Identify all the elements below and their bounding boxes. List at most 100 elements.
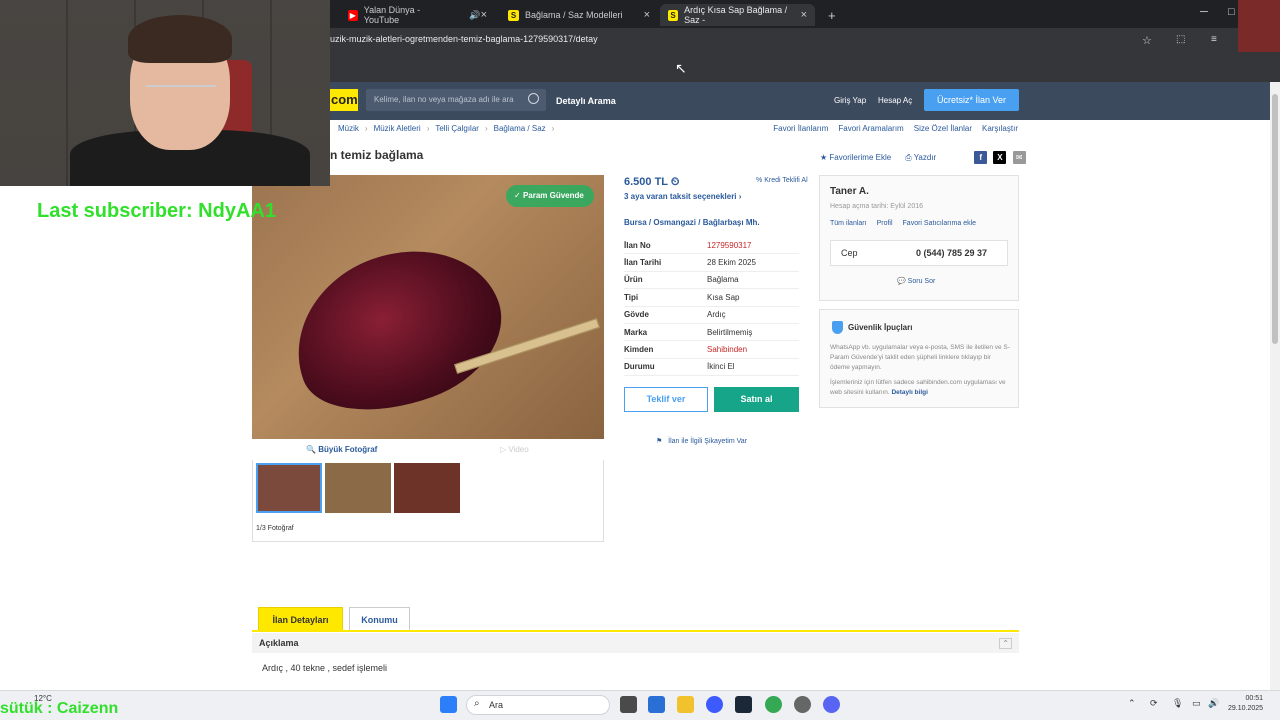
register-link[interactable]: Hesap Aç	[878, 96, 912, 105]
favorite-listings-link[interactable]: Favori İlanlarım	[773, 124, 828, 133]
print-label: Yazdır	[913, 152, 937, 162]
breadcrumb-item[interactable]: Müzik Aletleri	[374, 124, 421, 133]
tab-active-listing[interactable]: S Ardıç Kısa Sap Bağlama / Saz - ×	[660, 4, 815, 26]
new-tab-button[interactable]: +	[820, 4, 840, 26]
maximize-icon[interactable]: □	[1228, 6, 1235, 18]
bookmark-star-icon[interactable]: ☆	[1142, 34, 1152, 47]
photo-counter: 1/3 Fotoğraf	[256, 525, 294, 532]
ask-question-button[interactable]: 💬 Soru Sor	[897, 277, 935, 285]
task-view-icon[interactable]	[620, 696, 637, 713]
complaint-link[interactable]: ⚑ İlan ile İlgili Şikayetim Var	[656, 437, 747, 445]
microphone-icon[interactable]: 🎙	[1172, 698, 1183, 709]
listing-details-table: İlan No 1279590317 İlan Tarihi 28 Ekim 202…	[624, 237, 799, 377]
email-icon[interactable]: ✉	[1012, 151, 1026, 164]
tab-youtube[interactable]: ▶ Yalan Dünya - YouTube 🔊 ×	[340, 4, 495, 26]
search-icon[interactable]	[528, 93, 539, 104]
minimize-icon[interactable]: ─	[1200, 6, 1208, 18]
thumbnail-1[interactable]	[256, 463, 322, 513]
menu-icon[interactable]: ≡	[1211, 34, 1217, 45]
login-link[interactable]: Giriş Yap	[834, 96, 866, 105]
detail-key: Tipi	[624, 292, 639, 302]
breadcrumb-item[interactable]: Telli Çalgılar	[435, 124, 479, 133]
detail-value: İkinci El	[707, 362, 735, 372]
audio-icon[interactable]: 🔊	[469, 10, 480, 21]
app-icon[interactable]	[706, 696, 723, 713]
seller-since: Hesap açma tarihi: Eylül 2016	[830, 203, 923, 210]
breadcrumb-separator: ›	[484, 124, 488, 133]
streamer-glasses	[146, 85, 216, 101]
tab-listing-details[interactable]: İlan Detayları	[258, 607, 343, 631]
system-clock[interactable]: 00:51 29.10.2025	[1228, 694, 1263, 714]
file-explorer-icon[interactable]	[677, 696, 694, 713]
shield-check-icon: ✓	[514, 191, 523, 200]
breadcrumb-item[interactable]: Müzik	[338, 124, 359, 133]
steam-icon[interactable]	[735, 696, 752, 713]
detail-key: İlan Tarihi	[624, 258, 662, 268]
favorite-searches-link[interactable]: Favori Aramalarım	[838, 124, 903, 133]
detail-row: Marka Belirtilmemiş	[624, 324, 799, 342]
add-favorite-button[interactable]: ★ Favorilerime Ekle	[820, 153, 891, 162]
detailed-search-link[interactable]: Detaylı Arama	[556, 96, 616, 106]
extensions-icon[interactable]: ⬚	[1176, 34, 1185, 45]
big-photo-button[interactable]: 🔍 Büyük Fotoğraf	[306, 445, 377, 454]
breadcrumb-item[interactable]: Bağlama / Saz	[494, 124, 546, 133]
star-icon: ★	[820, 153, 828, 162]
breadcrumb: Müzik › Müzik Aletleri › Telli Çalgılar › B…	[338, 124, 554, 133]
calculator-icon[interactable]	[648, 696, 665, 713]
baglama-body	[272, 223, 522, 437]
buy-button[interactable]: Satın al	[714, 387, 799, 412]
discord-icon[interactable]	[823, 696, 840, 713]
profile-link[interactable]: Profil	[877, 220, 893, 227]
make-offer-button[interactable]: Teklif ver	[624, 387, 708, 412]
seller-name[interactable]: Taner A.	[830, 186, 869, 197]
thumbnail-2[interactable]	[325, 463, 391, 513]
chat-icon: 💬	[897, 278, 906, 285]
url-field[interactable]: uzik-muzik-aletleri-ogretmenden-temiz-ba…	[330, 34, 598, 44]
listing-actions: ★ Favorilerime Ekle ⎙ Yazdır f X ✉	[820, 151, 1026, 164]
chevron-right-icon: ›	[738, 192, 742, 201]
volume-icon[interactable]: 🔊	[1208, 698, 1219, 709]
obs-icon[interactable]	[794, 696, 811, 713]
tray-chevron-icon[interactable]: ⌃	[1128, 698, 1136, 709]
facebook-icon[interactable]: f	[974, 151, 988, 164]
close-tab-icon[interactable]: ×	[801, 9, 807, 21]
taskbar-search[interactable]: Ara	[466, 695, 610, 715]
detail-value: Sahibinden	[707, 345, 748, 355]
detail-key: Ürün	[624, 275, 643, 285]
video-button[interactable]: ▷ Video	[500, 445, 529, 454]
tab-baglama-models[interactable]: S Bağlama / Saz Modelleri ×	[500, 4, 658, 26]
close-tab-icon[interactable]: ×	[481, 9, 487, 21]
post-ad-button[interactable]: Ücretsiz* İlan Ver	[924, 89, 1019, 111]
close-tab-icon[interactable]: ×	[644, 9, 650, 21]
print-button[interactable]: ⎙ Yazdır	[905, 153, 936, 163]
tab-label: Ardıç Kısa Sap Bağlama / Saz -	[684, 5, 788, 25]
favorite-seller-link[interactable]: Favori Satıcılarıma ekle	[903, 220, 977, 227]
installment-link[interactable]: 3 aya varan taksit seçenekleri ›	[624, 192, 741, 201]
windows-start-icon[interactable]	[440, 696, 457, 713]
all-listings-link[interactable]: Tüm ilanları	[830, 220, 867, 227]
main-photo[interactable]	[252, 175, 604, 439]
ask-question-label: Soru Sor	[907, 278, 936, 285]
special-listings-link[interactable]: Size Özel İlanlar	[914, 124, 972, 133]
phone-number[interactable]: 0 (544) 785 29 37	[916, 248, 987, 258]
safety-detail-link[interactable]: Detaylı bilgi	[891, 389, 927, 396]
mouse-cursor-icon: ↖	[675, 60, 687, 76]
location-breadcrumb[interactable]: Bursa / Osmangazi / Bağlarbaşı Mh.	[624, 218, 760, 227]
site-logo[interactable]: com	[330, 89, 358, 111]
param-guvende-badge: ✓ Param Güvende	[506, 185, 594, 207]
thumbnail-3[interactable]	[394, 463, 460, 513]
sync-icon[interactable]: ⟳	[1150, 698, 1158, 709]
credit-offer-link[interactable]: % Kredi Teklifi Al	[756, 177, 808, 184]
collapse-icon[interactable]: ⌃	[999, 638, 1012, 649]
price-history-icon[interactable]: ⏲	[671, 176, 680, 188]
description-header: Açıklama ⌃	[252, 633, 1019, 653]
detail-value: Ardıç	[707, 310, 726, 320]
x-icon[interactable]: X	[993, 151, 1007, 164]
chrome-icon[interactable]	[765, 696, 782, 713]
scrollbar-thumb[interactable]	[1272, 94, 1278, 344]
play-icon: ▷	[500, 445, 507, 454]
tab-location[interactable]: Konumu	[349, 607, 410, 631]
compare-link[interactable]: Karşılaştır	[982, 124, 1018, 133]
search-input[interactable]: Kelime, ilan no veya mağaza adı ile ara	[366, 89, 546, 111]
network-icon[interactable]: ▭	[1192, 698, 1201, 709]
